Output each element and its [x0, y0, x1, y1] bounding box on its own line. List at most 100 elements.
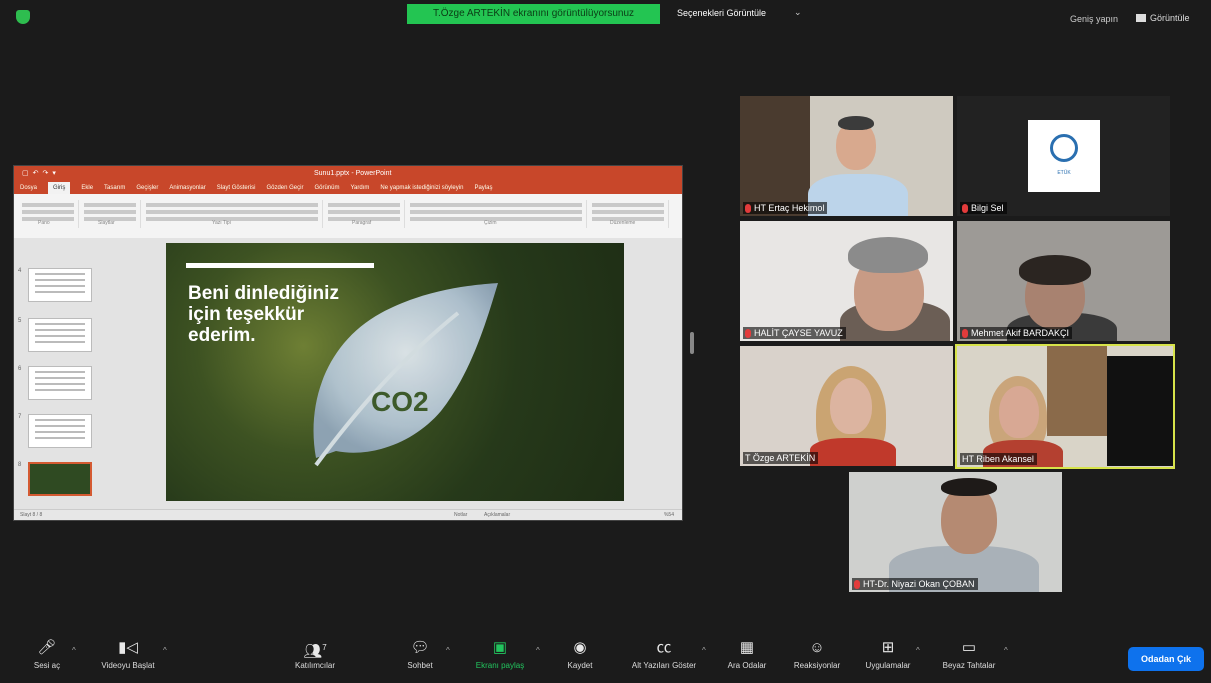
- participants-button[interactable]: 👥︎7 Katılımcılar: [290, 640, 340, 670]
- apps-options-caret[interactable]: ^: [916, 646, 920, 655]
- ppt-tab-active[interactable]: Giriş: [48, 182, 71, 194]
- captions-icon: ㏄: [656, 639, 672, 656]
- participant-name: Bilgi Sel: [960, 202, 1007, 214]
- meeting-toolbar: 🎤︎ Sesi aç ^ ▮◁ Videoyu Başlat ^ 👥︎7 Katılı…: [0, 636, 1211, 683]
- share-screen-icon: ▣: [492, 639, 508, 656]
- video-off-icon: ▮◁: [118, 639, 138, 656]
- chevron-down-icon[interactable]: ⌄: [794, 7, 802, 18]
- record-button[interactable]: ◉ Kaydet: [562, 639, 598, 671]
- current-slide[interactable]: CO2 Beni dinlediğiniz için teşekkür eder…: [166, 243, 624, 501]
- share-options-caret[interactable]: ^: [536, 646, 540, 655]
- ppt-share[interactable]: Paylaş: [474, 182, 492, 194]
- show-captions-button[interactable]: ㏄ Alt Yazıları Göster: [622, 639, 706, 671]
- record-icon: ◉: [573, 639, 587, 656]
- view-button-label: Görüntüle: [1150, 13, 1190, 23]
- ppt-window-title: Sunu1.pptx - PowerPoint: [314, 170, 392, 177]
- screen-share-banner: T.Özge ARTEKİN ekranını görüntülüyorsunu…: [407, 4, 660, 24]
- view-options-button[interactable]: Seçenekleri Görüntüle: [677, 8, 766, 18]
- video-tile[interactable]: HALİT ÇAYSE YAVUZ: [740, 221, 953, 341]
- ppt-ribbon-tabs: Dosya Giriş Ekle Tasarım Geçişler Animas…: [14, 182, 682, 194]
- zoom-level[interactable]: %54: [664, 512, 674, 518]
- unmute-button[interactable]: 🎤︎ Sesi aç: [30, 639, 64, 671]
- breakout-rooms-icon: ▦: [739, 639, 755, 656]
- video-tile-active-speaker[interactable]: HT Riben Akansel: [955, 344, 1175, 469]
- ribbon-group-slides[interactable]: Slaytlar: [80, 200, 141, 228]
- ppt-tab[interactable]: Tasarım: [104, 182, 125, 194]
- mic-muted-icon: [745, 328, 751, 338]
- slide-counter: Slayt 8 / 8: [20, 512, 43, 518]
- mic-muted-icon: [962, 203, 968, 213]
- ppt-tab[interactable]: Görünüm: [314, 182, 339, 194]
- apps-icon: ⊞: [881, 639, 895, 656]
- slide-title-line: Beni dinlediğiniz: [188, 283, 339, 304]
- video-tile[interactable]: ETÜK Bilgi Sel: [957, 96, 1170, 216]
- slide-thumbnail[interactable]: [28, 318, 92, 352]
- whiteboard-icon: ▭: [961, 639, 977, 656]
- view-button[interactable]: Görüntüle: [1136, 13, 1190, 23]
- video-tile[interactable]: HT Ertaç Hekimol: [740, 96, 953, 216]
- ppt-tell-me[interactable]: Ne yapmak istediğinizi söyleyin: [380, 182, 463, 194]
- ppt-ribbon: Pano Slaytlar Yazı Tipi Paragraf Çizim D…: [14, 194, 682, 239]
- slide-title-line: ederim.: [188, 325, 256, 346]
- participant-name: T Özge ARTEKİN: [743, 452, 819, 464]
- security-shield-icon[interactable]: [16, 10, 30, 24]
- ppt-tab[interactable]: Dosya: [20, 182, 37, 194]
- leaf-graphic: CO2: [313, 283, 498, 467]
- ppt-tab[interactable]: Animasyonlar: [169, 182, 205, 194]
- ribbon-group-editing[interactable]: Düzenleme: [588, 200, 669, 228]
- video-options-caret[interactable]: ^: [163, 646, 167, 655]
- ppt-tab[interactable]: Geçişler: [136, 182, 158, 194]
- slide-thumbnail[interactable]: [28, 414, 92, 448]
- ppt-status-bar: Slayt 8 / 8 Notlar Açıklamalar %54: [14, 509, 682, 520]
- ppt-tab[interactable]: Gözden Geçir: [266, 182, 303, 194]
- ppt-tab[interactable]: Ekle: [81, 182, 93, 194]
- splitter-handle[interactable]: [690, 332, 694, 354]
- slide-thumbnail-active[interactable]: [28, 462, 92, 496]
- slide-title-line: için teşekkür: [188, 304, 305, 325]
- participant-name: HT Riben Akansel: [960, 453, 1037, 465]
- breakout-rooms-button[interactable]: ▦ Ara Odalar: [720, 639, 774, 671]
- video-tile[interactable]: T Özge ARTEKİN: [740, 346, 953, 466]
- avatar-logo: ETÜK: [1028, 120, 1100, 192]
- video-tile[interactable]: Mehmet Akif BARDAKÇI: [957, 221, 1170, 341]
- chat-options-caret[interactable]: ^: [446, 646, 450, 655]
- ppt-title-bar: ▢↶↷▾ Sunu1.pptx - PowerPoint: [14, 166, 682, 182]
- ribbon-group-clipboard[interactable]: Pano: [18, 200, 79, 228]
- captions-options-caret[interactable]: ^: [702, 646, 706, 655]
- participant-name: HT-Dr. Niyazi Okan ÇOBAN: [852, 578, 978, 590]
- chat-button[interactable]: 💬︎ Sohbet: [400, 639, 440, 671]
- mic-muted-icon: 🎤︎: [37, 639, 57, 656]
- ppt-body: 4 5 6 7 8 CO2 Beni dinlediğiniz için teş…: [14, 238, 682, 512]
- audio-options-caret[interactable]: ^: [72, 646, 76, 655]
- mic-muted-icon: [962, 328, 968, 338]
- notes-button[interactable]: Notlar: [454, 512, 467, 518]
- exit-fullscreen-button[interactable]: Geniş yapın: [1070, 14, 1118, 24]
- participant-name: Mehmet Akif BARDAKÇI: [960, 327, 1073, 339]
- slide-thumbnail[interactable]: [28, 268, 92, 302]
- whiteboards-button[interactable]: ▭ Beyaz Tahtalar: [934, 639, 1004, 671]
- video-tile[interactable]: HT-Dr. Niyazi Okan ÇOBAN: [849, 472, 1062, 592]
- start-video-button[interactable]: ▮◁ Videoyu Başlat: [92, 639, 164, 671]
- share-screen-button[interactable]: ▣ Ekranı paylaş: [468, 639, 532, 671]
- ppt-tab[interactable]: Yardım: [350, 182, 369, 194]
- grid-view-icon: [1136, 14, 1146, 22]
- reactions-button[interactable]: ☺ Reaksiyonlar: [788, 639, 846, 671]
- slide-title: Beni dinlediğiniz için teşekkür ederim.: [188, 283, 388, 346]
- apps-button[interactable]: ⊞ Uygulamalar: [860, 639, 916, 671]
- shared-screen[interactable]: ▢↶↷▾ Sunu1.pptx - PowerPoint Dosya Giriş…: [13, 165, 683, 521]
- participant-name: HT Ertaç Hekimol: [743, 202, 828, 214]
- comments-button[interactable]: Açıklamalar: [484, 512, 510, 518]
- ribbon-group-paragraph[interactable]: Paragraf: [324, 200, 405, 228]
- logo-emblem-icon: [1050, 134, 1078, 162]
- ribbon-group-drawing[interactable]: Çizim: [406, 200, 587, 228]
- reactions-icon: ☺: [809, 639, 825, 656]
- mic-muted-icon: [745, 203, 751, 213]
- ppt-tab[interactable]: Slayt Gösterisi: [217, 182, 256, 194]
- whiteboard-options-caret[interactable]: ^: [1004, 646, 1008, 655]
- chat-icon: 💬︎: [410, 639, 430, 656]
- ribbon-group-font[interactable]: Yazı Tipi: [142, 200, 323, 228]
- slide-thumbnail[interactable]: [28, 366, 92, 400]
- leave-button[interactable]: Odadan Çık: [1128, 647, 1204, 671]
- participant-name: HALİT ÇAYSE YAVUZ: [743, 327, 846, 339]
- slide-thumbnails: 4 5 6 7 8: [18, 242, 106, 508]
